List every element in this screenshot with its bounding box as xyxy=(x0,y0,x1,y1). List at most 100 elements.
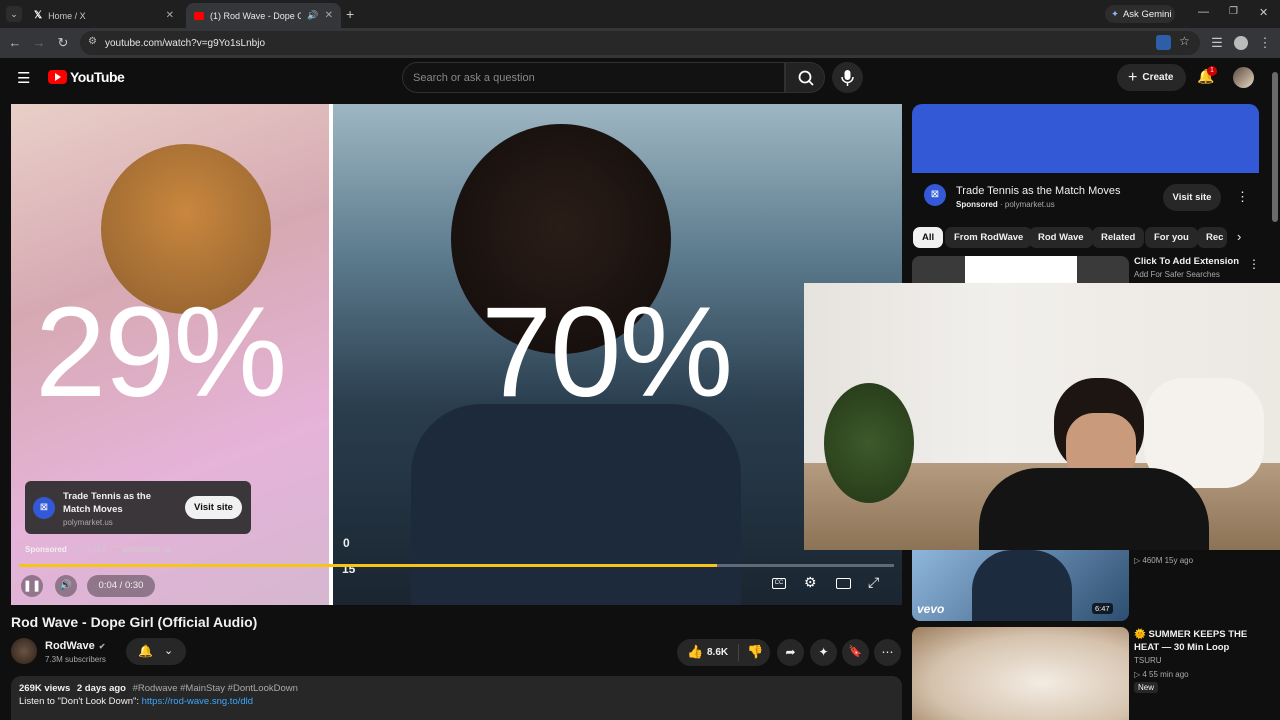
save-button[interactable]: 🔖 xyxy=(842,639,869,666)
ad-counter: 1 of 2 xyxy=(86,545,107,554)
microphone-icon xyxy=(841,70,854,86)
back-arrow-icon[interactable]: ← xyxy=(7,35,23,51)
more-dots-icon: ⋯ xyxy=(881,645,894,659)
chip-recent[interactable]: Rec xyxy=(1197,227,1227,248)
volume-button[interactable]: 🔊 xyxy=(55,575,77,597)
share-button[interactable]: ➦ xyxy=(777,639,804,666)
more-actions-button[interactable]: ⋯ xyxy=(874,639,901,666)
address-field[interactable]: ⚙ youtube.com/watch?v=g9Yo1sLnbjo ☆ xyxy=(80,31,1200,55)
thumbs-up-icon[interactable]: 👍 xyxy=(687,644,703,660)
sidebar-ad-more-icon[interactable]: ⋮ xyxy=(1236,189,1249,205)
reading-list-icon[interactable]: ☰ xyxy=(1209,35,1225,51)
webcam-overlay xyxy=(804,283,1280,550)
chip-related[interactable]: Related xyxy=(1092,227,1145,248)
ad-overlay-card[interactable]: ⊠ Trade Tennis as the Match Moves polyma… xyxy=(25,481,251,534)
profile-avatar[interactable] xyxy=(1234,36,1248,50)
hashtags[interactable]: #Rodwave #MainStay #DontLookDown xyxy=(133,683,298,694)
search-icon xyxy=(798,70,814,86)
account-avatar[interactable] xyxy=(1233,67,1254,88)
upload-age: 2 days ago xyxy=(76,683,126,694)
theater-mode-icon[interactable] xyxy=(836,578,851,589)
sidebar-item-3-title-text: SUMMER KEEPS THE HEAT — 30 Min Loop xyxy=(1134,629,1248,653)
tab-home-x[interactable]: 𝕏 Home / X ✕ xyxy=(26,3,182,28)
subscribed-notification-button[interactable]: 🔔 ⌄ xyxy=(126,638,186,665)
like-count[interactable]: 8.6K xyxy=(707,647,728,658)
chip-rod-wave[interactable]: Rod Wave xyxy=(1029,227,1093,248)
progress-bar[interactable] xyxy=(19,564,894,567)
channel-avatar[interactable] xyxy=(11,638,37,664)
ad-title-line1: Trade Tennis as the xyxy=(63,491,151,502)
new-tab-button[interactable]: + xyxy=(346,6,354,22)
close-window-icon[interactable]: ✕ xyxy=(1259,6,1268,19)
view-count: 269K views xyxy=(19,683,71,694)
description-box[interactable]: 269K views 2 days ago #Rodwave #MainStay… xyxy=(11,676,902,720)
forward-arrow-icon[interactable]: → xyxy=(31,35,47,51)
chip-all[interactable]: All xyxy=(913,227,944,248)
polymarket-logo-icon: ⊠ xyxy=(924,184,946,206)
sidebar-item-1-title[interactable]: Click To Add Extension xyxy=(1134,256,1239,267)
description-link[interactable]: https://rod-wave.sng.to/dld xyxy=(142,696,253,707)
fullscreen-icon[interactable]: ⤢ xyxy=(868,574,879,591)
sidebar-item-3-channel[interactable]: TSURU xyxy=(1134,656,1162,665)
close-tab-icon[interactable]: ✕ xyxy=(325,10,333,21)
like-dislike-group: 👍 8.6K 👎 xyxy=(677,639,770,666)
reload-icon[interactable]: ↻ xyxy=(55,35,71,51)
site-info-icon[interactable]: ⚙ xyxy=(88,36,97,47)
score-top: 0 xyxy=(343,536,350,550)
sponsored-row: Sponsored ⓘ 1 of 2 · polymarket.us xyxy=(25,544,172,555)
restore-icon[interactable]: ❐ xyxy=(1229,6,1238,17)
minimize-icon[interactable]: — xyxy=(1198,6,1209,18)
ask-gemini-label: Ask Gemini xyxy=(1122,8,1172,20)
chips-next-chevron-icon[interactable]: › xyxy=(1237,229,1241,244)
sidebar-item-2-meta: ▷ 460M 15y ago xyxy=(1134,556,1194,565)
sidebar-visit-site-button[interactable]: Visit site xyxy=(1163,184,1221,211)
notification-badge: 1 xyxy=(1207,66,1217,76)
chip-for-you[interactable]: For you xyxy=(1145,227,1198,248)
sidebar-item-1-more-icon[interactable]: ⋮ xyxy=(1248,257,1260,271)
sidebar-thumbnail-3[interactable] xyxy=(912,627,1129,720)
video-player[interactable]: 29% 70% 0 15 ⊠ Trade Tennis as the Match… xyxy=(11,104,902,605)
sidebar-thumbnail-1[interactable] xyxy=(912,256,1129,286)
ask-ai-button[interactable]: ✦ xyxy=(810,639,837,666)
chip-from-rodwave[interactable]: From RodWave xyxy=(945,227,1033,248)
channel-name[interactable]: RodWave xyxy=(45,640,95,652)
search-input[interactable]: Search or ask a question xyxy=(402,62,785,93)
sidebar-item-3-title[interactable]: 🌞 SUMMER KEEPS THE HEAT — 30 Min Loop xyxy=(1134,628,1264,654)
cast-icon[interactable] xyxy=(1156,35,1171,50)
captions-icon[interactable]: CC xyxy=(772,578,786,589)
info-icon[interactable]: ⓘ xyxy=(73,544,81,555)
tab-label: Home / X xyxy=(48,10,86,21)
ask-gemini-button[interactable]: ✦ Ask Gemini xyxy=(1105,5,1175,23)
sidebar-thumbnail-2[interactable]: vevo 6:47 xyxy=(912,550,1129,621)
pause-button[interactable]: ❚❚ xyxy=(21,575,43,597)
polymarket-logo-icon: ⊠ xyxy=(33,497,55,519)
settings-gear-icon[interactable]: ⚙ xyxy=(804,574,817,591)
youtube-logo[interactable]: YouTube xyxy=(48,69,125,85)
sidebar-item-3-meta: ▷ 4 55 min ago xyxy=(1134,670,1189,679)
speaker-icon[interactable]: 🔊 xyxy=(307,10,318,21)
create-button[interactable]: + Create xyxy=(1117,64,1186,91)
tab-label: (1) Rod Wave - Dope Girl (O xyxy=(210,10,302,21)
sidebar-ad-title[interactable]: Trade Tennis as the Match Moves xyxy=(956,185,1120,197)
visit-site-button[interactable]: Visit site xyxy=(185,496,242,519)
browser-menu-icon[interactable]: ⋮ xyxy=(1257,35,1273,51)
search-button[interactable] xyxy=(785,62,825,93)
webcam-plant xyxy=(824,383,914,503)
tab-search-button[interactable]: ⌄ xyxy=(6,6,22,22)
verified-check-icon: ✔ xyxy=(98,641,106,651)
sidebar-ad-banner[interactable] xyxy=(912,104,1259,173)
thumbs-down-icon[interactable]: 👎 xyxy=(747,644,763,660)
x-logo-icon: 𝕏 xyxy=(34,10,43,21)
close-tab-icon[interactable]: ✕ xyxy=(166,10,174,21)
tab-youtube[interactable]: (1) Rod Wave - Dope Girl (O 🔊 ✕ xyxy=(186,3,341,28)
volume-icon: 🔊 xyxy=(59,580,73,591)
create-label: Create xyxy=(1142,72,1174,83)
address-toolbar: ← → ↻ ⚙ youtube.com/watch?v=g9Yo1sLnbjo … xyxy=(0,28,1280,58)
sidebar-item-2-meta-text: 460M 15y ago xyxy=(1142,556,1194,565)
bookmark-star-icon[interactable]: ☆ xyxy=(1179,34,1190,48)
scrollbar-thumb[interactable] xyxy=(1272,72,1278,222)
voice-search-button[interactable] xyxy=(832,62,863,93)
sun-emoji-icon: 🌞 xyxy=(1134,629,1146,640)
hamburger-menu-icon[interactable]: ☰ xyxy=(17,69,30,87)
description-text: Listen to "Don't Look Down": xyxy=(19,696,142,707)
